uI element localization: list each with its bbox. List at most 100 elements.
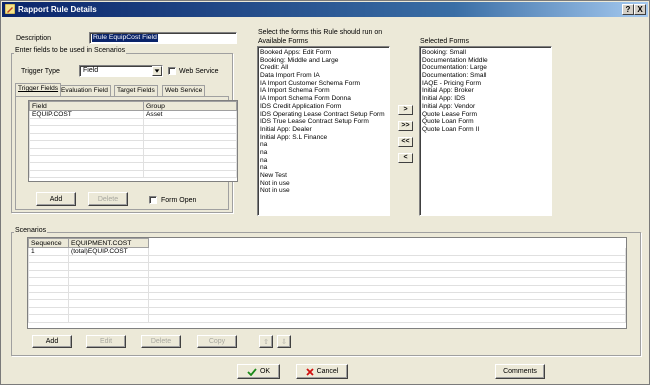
available-forms-label: Available Forms [258, 38, 309, 45]
list-item[interactable]: Documentation Middle [420, 57, 551, 65]
tab-target-fields[interactable]: Target Fields [114, 85, 158, 96]
list-item[interactable]: IA Import Schema Form Donna [258, 95, 389, 103]
table-row[interactable] [29, 162, 237, 171]
list-item[interactable]: Quote Loan Form [420, 118, 551, 126]
trigger-type-select[interactable]: Field [79, 65, 163, 77]
column-header-field[interactable]: Field [29, 101, 144, 111]
remove-selected-button[interactable]: < [398, 153, 413, 163]
remove-all-button[interactable]: << [398, 137, 413, 147]
comments-button[interactable]: Comments [495, 364, 545, 379]
cell-equipment-cost[interactable]: (total)EQUIP.COST [68, 247, 149, 256]
list-item[interactable]: IA Import Schema Form [258, 87, 389, 95]
trigger-type-value: Field [83, 67, 99, 74]
check-icon [247, 367, 257, 376]
selected-forms-label: Selected Forms [420, 38, 470, 45]
delete-scenario-button[interactable]: Delete [141, 335, 181, 348]
table-row[interactable] [28, 284, 626, 293]
table-row[interactable] [28, 269, 626, 279]
delete-trigger-button[interactable]: Delete [88, 192, 128, 206]
list-item[interactable]: Not in use [258, 187, 389, 195]
chevron-down-icon[interactable] [152, 66, 162, 76]
cancel-button[interactable]: Cancel [296, 364, 348, 379]
list-item[interactable]: na [258, 157, 389, 165]
tab-evaluation-field[interactable]: Evaluation Field [58, 85, 111, 96]
description-value: Rule EquipCost Field [92, 34, 158, 42]
list-item[interactable]: Initial App: Dealer [258, 126, 389, 134]
table-row[interactable] [28, 277, 626, 286]
column-header-equipment-cost[interactable]: EQUIPMENT.COST [68, 238, 149, 248]
table-row[interactable] [29, 125, 237, 134]
form-open-label: Form Open [161, 197, 197, 204]
list-item[interactable]: IAQE - Pricing Form [420, 80, 551, 88]
ok-button[interactable]: OK [237, 364, 280, 379]
table-row[interactable]: 1 (total)EQUIP.COST [28, 247, 626, 256]
list-item[interactable]: Initial App: Broker [420, 87, 551, 95]
list-item[interactable]: Initial App: Vendor [420, 103, 551, 111]
form-open-checkbox[interactable] [149, 196, 157, 204]
selected-forms-list[interactable]: Booking: Small Documentation Middle Docume… [419, 46, 552, 216]
list-item[interactable]: Initial App: S.L Finance [258, 134, 389, 142]
cell-group[interactable]: Asset [143, 110, 237, 119]
table-row[interactable] [29, 117, 237, 127]
available-forms-list[interactable]: Booked Apps: Edit Form Booking: Middle an… [257, 46, 390, 216]
table-row[interactable] [28, 262, 626, 271]
cell-field[interactable]: EQUIP.COST [29, 110, 144, 119]
column-header-group[interactable]: Group [143, 101, 237, 111]
table-row[interactable] [29, 147, 237, 156]
tab-web-service[interactable]: Web Service [162, 85, 206, 96]
add-scenario-button[interactable]: Add [32, 335, 72, 348]
close-button[interactable]: X [634, 4, 646, 15]
scenarios-grid[interactable]: Sequence EQUIPMENT.COST 1 (total)EQUIP.C… [27, 237, 627, 329]
edit-scenario-button[interactable]: Edit [86, 335, 126, 348]
list-item[interactable]: Initial App: IDS [420, 95, 551, 103]
list-item[interactable]: na [258, 141, 389, 149]
list-item[interactable]: Quote Loan Form II [420, 126, 551, 134]
help-button[interactable]: ? [622, 4, 634, 15]
list-item[interactable]: Quote Lease Form [420, 111, 551, 119]
list-item[interactable]: IDS True Lease Contract Setup Form [258, 118, 389, 126]
move-down-button[interactable]: ⇩ [277, 335, 291, 348]
add-all-button[interactable]: >> [398, 121, 413, 131]
list-item[interactable]: Data Import From IA [258, 72, 389, 80]
list-item[interactable]: Booking: Small [420, 49, 551, 57]
scenarios-label: Scenarios [14, 227, 48, 234]
description-input[interactable]: Rule EquipCost Field [89, 32, 237, 44]
list-item[interactable]: Booked Apps: Edit Form [258, 49, 389, 57]
list-item[interactable]: Credit: All [258, 64, 389, 72]
table-row[interactable] [29, 154, 237, 164]
table-row[interactable] [28, 254, 626, 264]
add-trigger-button[interactable]: Add [36, 192, 76, 206]
table-row[interactable]: EQUIP.COST Asset [29, 110, 237, 119]
copy-scenario-button[interactable]: Copy [197, 335, 237, 348]
cell-sequence[interactable]: 1 [28, 247, 69, 256]
list-item[interactable]: Booking: Middle and Large [258, 57, 389, 65]
table-row[interactable] [29, 169, 237, 179]
list-item[interactable]: IDS Operating Lease Contract Setup Form [258, 111, 389, 119]
web-service-checkbox[interactable] [168, 67, 176, 75]
list-item[interactable]: na [258, 149, 389, 157]
pencil-icon [5, 4, 15, 14]
table-row[interactable] [29, 140, 237, 149]
table-row[interactable] [29, 132, 237, 142]
table-row[interactable] [28, 299, 626, 308]
forms-caption: Select the forms this Rule should run on [258, 29, 383, 36]
trigger-fields-grid[interactable]: Field Group EQUIP.COST Asset [28, 100, 238, 182]
table-row[interactable] [28, 314, 626, 323]
add-selected-button[interactable]: > [398, 105, 413, 115]
web-service-label: Web Service [179, 68, 219, 75]
list-item[interactable]: Not in use [258, 180, 389, 188]
table-row[interactable] [28, 291, 626, 301]
rule-details-window: Rapport Rule Details ? X Description Rul… [0, 0, 650, 385]
list-item[interactable]: na [258, 164, 389, 172]
table-row[interactable] [28, 306, 626, 316]
list-item[interactable]: New Test [258, 172, 389, 180]
move-up-button[interactable]: ⇧ [259, 335, 273, 348]
list-item[interactable]: Documentation: Small [420, 72, 551, 80]
list-item[interactable]: IDS Credit Application Form [258, 103, 389, 111]
column-header-sequence[interactable]: Sequence [28, 238, 69, 248]
list-item[interactable]: Documentation: Large [420, 64, 551, 72]
title-bar[interactable]: Rapport Rule Details ? X [2, 2, 648, 17]
list-item[interactable]: IA Import Customer Schema Form [258, 80, 389, 88]
grid-header-row: Field Group [29, 101, 237, 111]
tab-trigger-fields[interactable]: Trigger Fields [15, 83, 62, 96]
